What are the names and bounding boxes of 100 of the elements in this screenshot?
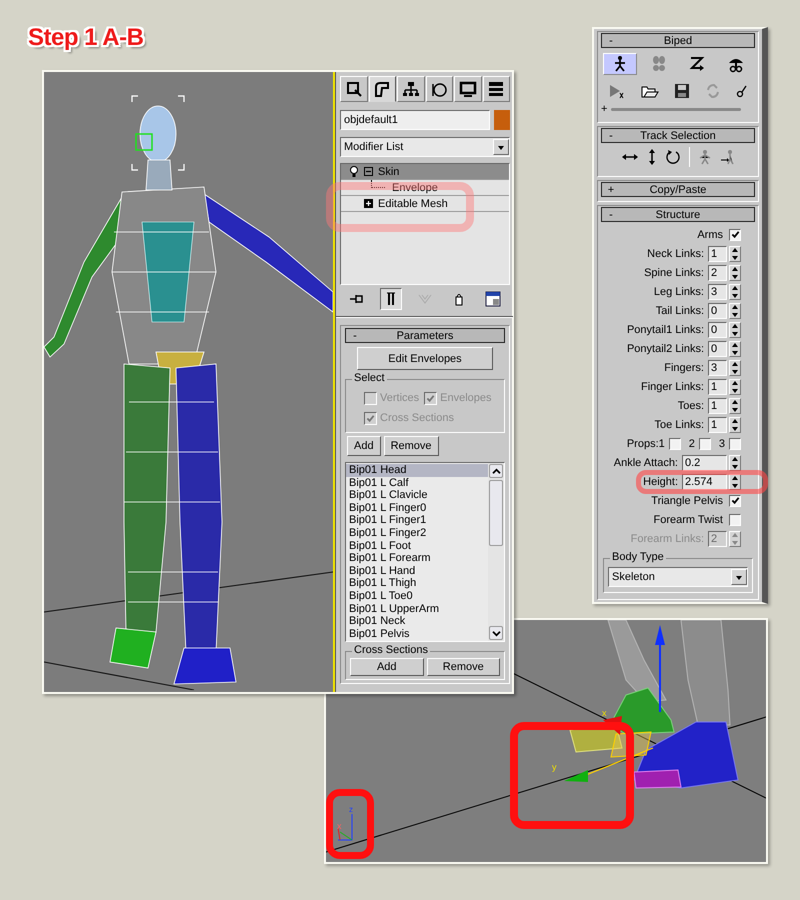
motion-flow-icon xyxy=(688,55,706,73)
rollout-header[interactable]: - Structure xyxy=(601,207,755,222)
create-tab[interactable] xyxy=(340,76,368,102)
body-type-dropdown[interactable]: Skeleton xyxy=(608,567,748,587)
stack-item-label: Skin xyxy=(378,166,400,178)
rollout-title: Biped xyxy=(662,34,694,46)
checkbox-label: 3 xyxy=(718,438,725,450)
spinner-arrows-icon[interactable] xyxy=(729,322,741,338)
hierarchy-tab[interactable] xyxy=(397,76,424,102)
slider-track[interactable] xyxy=(611,108,741,110)
collapse-sign: - xyxy=(608,34,614,46)
add-button[interactable]: Add xyxy=(347,436,381,456)
spinner-arrows-icon[interactable] xyxy=(729,378,741,394)
spinner-arrows-icon[interactable] xyxy=(729,284,741,300)
stack-item-label: Editable Mesh xyxy=(378,198,448,210)
spinner-field[interactable]: 0.2 xyxy=(682,454,727,470)
edit-envelopes-button[interactable]: Edit Envelopes xyxy=(357,347,493,370)
spinner-field[interactable]: 0 xyxy=(708,322,727,338)
checkbox[interactable] xyxy=(698,438,711,450)
vertical-arrow-icon[interactable] xyxy=(646,148,656,166)
spinner-arrows-icon[interactable] xyxy=(729,416,741,432)
spinner-arrows-icon[interactable] xyxy=(729,264,741,280)
save-icon[interactable] xyxy=(674,83,690,99)
list-item[interactable]: Bip01 Pelvis xyxy=(346,628,488,640)
key-icon[interactable] xyxy=(736,83,748,99)
spinner-field[interactable]: 2 xyxy=(708,264,727,280)
list-item[interactable]: Bip01 Neck xyxy=(346,615,488,628)
stack-item[interactable]: Editable Mesh xyxy=(341,196,509,212)
figure-mode-button[interactable] xyxy=(603,53,638,75)
hierarchy-icon xyxy=(402,80,420,98)
rollout-header[interactable]: + Copy/Paste xyxy=(601,182,755,197)
spinner-label: Ponytail2 Links: xyxy=(626,342,704,354)
spinner-field[interactable]: 3 xyxy=(708,284,727,300)
list-item[interactable]: Bip01 L Forearm xyxy=(346,552,488,565)
spinner-field[interactable]: 0 xyxy=(708,302,727,318)
list-item[interactable]: Bip01 Head xyxy=(346,464,488,477)
checkbox-label: Props:1 xyxy=(626,438,665,450)
play-icon[interactable] xyxy=(608,83,626,99)
spinner-arrows-icon[interactable] xyxy=(729,302,741,318)
scroll-thumb[interactable] xyxy=(489,480,503,546)
modify-tab[interactable] xyxy=(368,76,396,102)
list-item[interactable]: Bip01 L Finger0 xyxy=(346,502,488,514)
list-item[interactable]: Bip01 L Hand xyxy=(346,564,488,578)
spinner-field[interactable]: 1 xyxy=(708,246,727,262)
display-tab[interactable] xyxy=(454,76,482,102)
axis-tripod-icon xyxy=(338,814,352,840)
collapse-icon[interactable] xyxy=(364,167,373,176)
spinner-label: Toe Links: xyxy=(654,418,704,430)
spinner-field[interactable]: 1 xyxy=(708,398,727,414)
end-result-tool-button[interactable] xyxy=(380,288,402,310)
spinner-field[interactable]: 1 xyxy=(708,416,727,432)
spinner-field[interactable]: 3 xyxy=(708,360,727,376)
rollout-header[interactable]: - Biped xyxy=(601,33,755,48)
motion-tab[interactable] xyxy=(426,76,453,102)
checkbox[interactable] xyxy=(729,514,741,526)
add-button[interactable]: Add xyxy=(350,658,424,676)
list-item[interactable]: Bip01 L Foot xyxy=(346,540,488,552)
remove-button[interactable]: Remove xyxy=(384,436,439,456)
remove-button[interactable]: Remove xyxy=(426,658,500,676)
list-item[interactable]: Bip01 L Clavicle xyxy=(346,489,488,502)
list-item[interactable]: Bip01 L Calf xyxy=(346,476,488,490)
list-item[interactable]: Bip01 L UpperArm xyxy=(346,602,488,616)
figure-icon[interactable] xyxy=(698,149,712,165)
rollout-title: Track Selection xyxy=(639,130,717,142)
checkbox-label: Triangle Pelvis xyxy=(651,494,723,506)
spinner-field[interactable]: 0 xyxy=(708,340,727,356)
scroll-down-icon[interactable] xyxy=(489,626,503,640)
checkbox[interactable] xyxy=(729,228,741,240)
collapse-sign: - xyxy=(608,130,614,142)
rollout-header[interactable]: - Track Selection xyxy=(601,128,755,143)
spinner-field[interactable]: 1 xyxy=(708,378,727,394)
object-name-field[interactable]: objdefault1 xyxy=(340,110,490,130)
modifier-list-dropdown[interactable]: Modifier List xyxy=(340,137,510,157)
list-item[interactable]: Bip01 L Thigh xyxy=(346,577,488,590)
color-swatch[interactable] xyxy=(494,110,510,130)
spinner-label: Neck Links: xyxy=(647,248,704,260)
stack-subitem[interactable]: Envelope xyxy=(341,180,509,196)
pivot-square-icon xyxy=(135,133,153,151)
figure-arrow-icon[interactable] xyxy=(720,149,736,165)
checkbox[interactable] xyxy=(729,494,741,506)
horizontal-arrow-icon[interactable] xyxy=(620,151,638,163)
spinner-arrows-icon[interactable] xyxy=(729,398,741,414)
scroll-up-icon[interactable] xyxy=(489,464,503,478)
rollout-header[interactable]: - Parameters xyxy=(345,328,505,343)
axis-label: z xyxy=(349,805,353,814)
list-item[interactable]: Bip01 L Finger1 xyxy=(346,514,488,527)
list-item[interactable]: Bip01 L Finger2 xyxy=(346,526,488,540)
spinner-arrows-icon[interactable] xyxy=(729,340,741,356)
expand-icon[interactable] xyxy=(364,199,373,208)
checkbox[interactable] xyxy=(668,438,681,450)
configure-icon xyxy=(485,291,501,307)
utilities-tab[interactable] xyxy=(482,76,510,102)
rotate-icon[interactable] xyxy=(664,149,680,165)
spinner-arrows-icon[interactable] xyxy=(729,454,741,470)
spinner-arrows-icon[interactable] xyxy=(729,246,741,262)
list-item[interactable]: Bip01 L Toe0 xyxy=(346,590,488,603)
stack-item[interactable]: Skin xyxy=(341,164,509,180)
scrollbar[interactable] xyxy=(488,463,504,641)
checkbox[interactable] xyxy=(729,438,741,450)
spinner-arrows-icon[interactable] xyxy=(729,360,741,376)
